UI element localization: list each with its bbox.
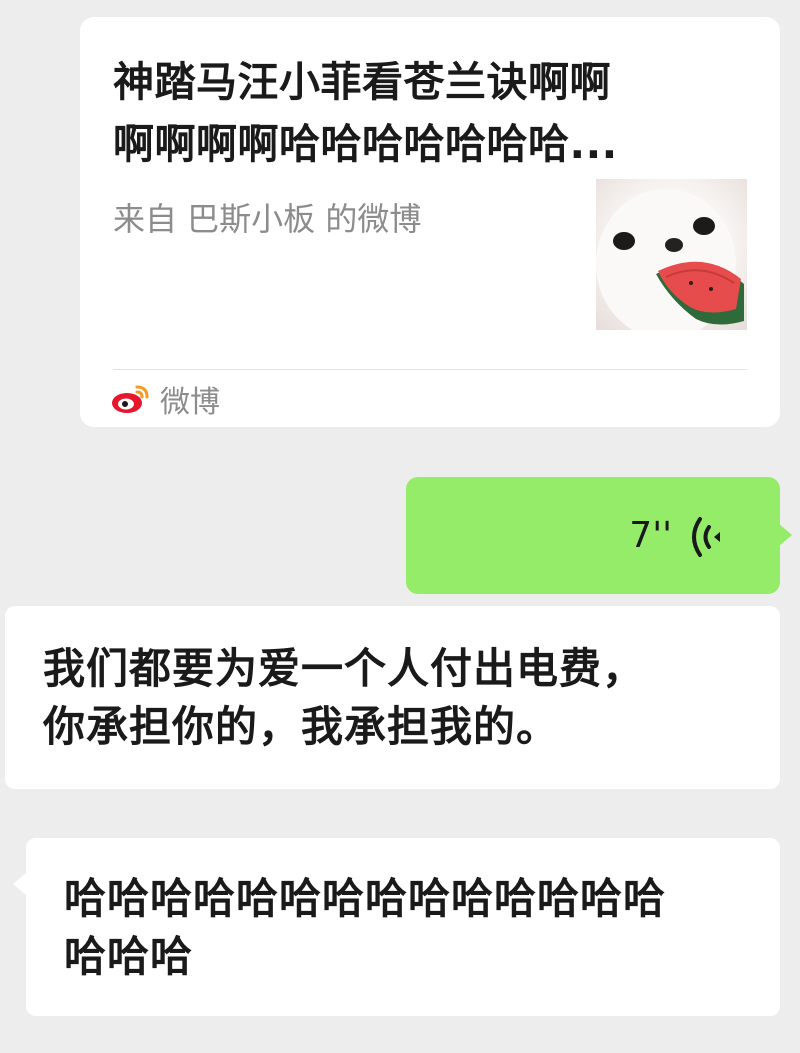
incoming-bubble-tail [13, 872, 27, 896]
message-line-2: 你承担你的，我承担我的。 [43, 702, 560, 751]
weibo-app-label: 微博 [160, 385, 220, 420]
message-text: 我们都要为爱一个人付出电费， 你承担你的，我承担我的。 [43, 640, 645, 756]
share-card-divider [113, 369, 747, 370]
voice-duration: 7'' [629, 515, 672, 556]
incoming-message-1[interactable]: 我们都要为爱一个人付出电费， 你承担你的，我承担我的。 [5, 606, 780, 789]
share-card-title-line-1: 神踏马汪小菲看苍兰诀啊啊 [113, 58, 611, 106]
share-card-source: 来自 巴斯小板 的微博 [113, 200, 422, 238]
message-line-1: 哈哈哈哈哈哈哈哈哈哈哈哈哈哈 [64, 874, 667, 923]
share-card-title-line-2: 啊啊啊啊哈哈哈哈哈哈哈... [113, 120, 618, 168]
puppy-eating-watermelon-image [596, 179, 747, 330]
voice-bubble-tail [778, 523, 792, 547]
message-line-2: 哈哈哈 [64, 932, 194, 981]
message-text: 哈哈哈哈哈哈哈哈哈哈哈哈哈哈 哈哈哈 [64, 870, 666, 986]
weibo-share-card[interactable]: 神踏马汪小菲看苍兰诀啊啊 啊啊啊啊哈哈哈哈哈哈哈... 来自 巴斯小板 的微博 … [80, 17, 780, 427]
share-card-footer: 微博 [110, 379, 220, 420]
voice-message-bubble[interactable]: 7'' [406, 477, 792, 594]
puppy-thumbnail-drawing [596, 189, 744, 330]
share-card-title: 神踏马汪小菲看苍兰诀啊啊 啊啊啊啊哈哈哈哈哈哈哈... [113, 51, 733, 175]
voice-wave-icon [692, 517, 720, 557]
incoming-message-2[interactable]: 哈哈哈哈哈哈哈哈哈哈哈哈哈哈 哈哈哈 [13, 838, 780, 1016]
weibo-logo-icon [112, 385, 149, 413]
message-line-1: 我们都要为爱一个人付出电费， [43, 644, 646, 693]
